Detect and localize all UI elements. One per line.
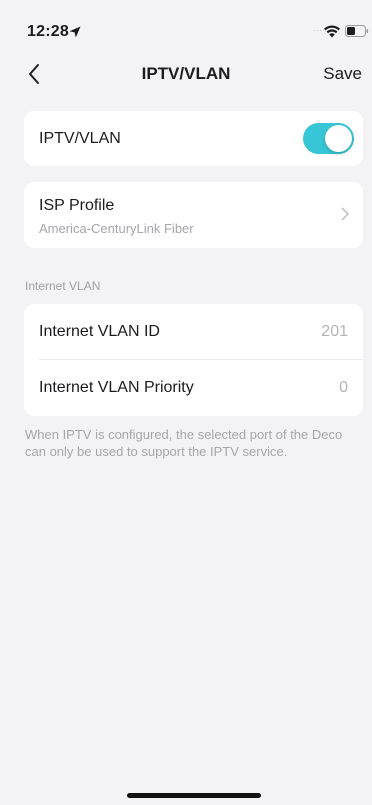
isp-profile-label: ISP Profile [39,197,115,214]
battery-icon [345,25,369,37]
home-indicator [127,793,261,798]
internet-vlan-priority-value[interactable]: 0 [339,379,348,397]
iptv-footnote: When IPTV is configured, the selected po… [25,427,343,459]
iptv-vlan-toggle[interactable] [303,123,354,154]
iptv-vlan-toggle-row: IPTV/VLAN [24,111,363,166]
screen: 12:28 .... IPTV/VLAN Save IPTV/VLAN ISP … [0,0,372,805]
status-bar: 12:28 .... [0,0,372,60]
section-header-internet-vlan: Internet VLAN [25,279,101,293]
status-time: 12:28 [27,23,69,40]
internet-vlan-id-label: Internet VLAN ID [39,323,160,340]
internet-vlan-priority-row[interactable]: Internet VLAN Priority 0 [24,360,363,416]
internet-vlan-priority-label: Internet VLAN Priority [39,379,194,396]
internet-vlan-id-value[interactable]: 201 [321,323,348,341]
page-title: IPTV/VLAN [141,64,231,83]
save-button[interactable]: Save [323,64,362,84]
nav-bar: IPTV/VLAN Save [0,52,372,96]
isp-profile-value: America-CenturyLink Fiber [39,221,194,236]
wifi-icon [324,25,340,38]
internet-vlan-id-row[interactable]: Internet VLAN ID 201 [24,304,363,360]
isp-profile-row[interactable]: ISP Profile America-CenturyLink Fiber [24,182,363,248]
chevron-right-icon [341,207,349,221]
back-button[interactable] [24,60,48,88]
toggle-knob [325,125,352,152]
chevron-left-icon [29,64,39,84]
location-arrow-icon [69,26,81,38]
internet-vlan-card: Internet VLAN ID 201 Internet VLAN Prior… [24,304,363,416]
iptv-vlan-label: IPTV/VLAN [39,130,121,147]
